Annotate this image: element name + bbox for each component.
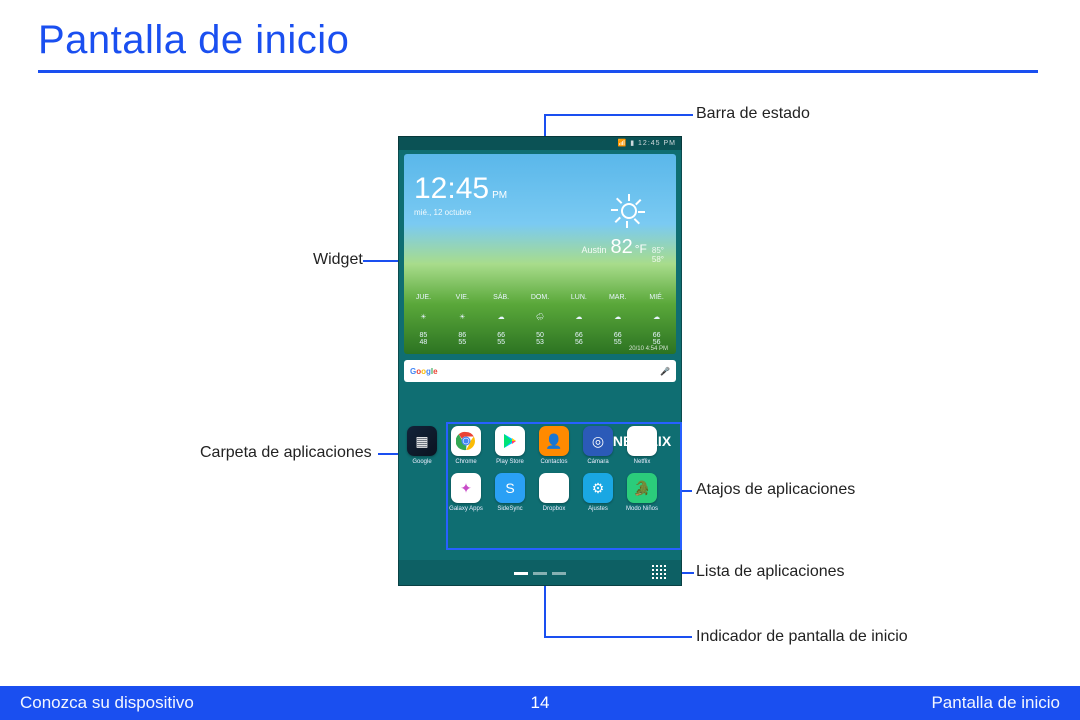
clock-date: mié., 12 octubre xyxy=(414,208,507,217)
chrome-icon xyxy=(451,426,481,456)
app-dropbox[interactable]: ⬢ Dropbox xyxy=(536,473,572,512)
app-play-store[interactable]: Play Store xyxy=(492,426,528,465)
leader-line xyxy=(544,582,546,638)
app-contacts[interactable]: 👤 Contactos xyxy=(536,426,572,465)
kids-mode-icon: 🐊 xyxy=(627,473,657,503)
google-search-bar[interactable]: Google 🎤 xyxy=(404,360,676,382)
app-sidesync[interactable]: S SideSync xyxy=(492,473,528,512)
temperature: Austin 82°F 85°58° xyxy=(581,236,664,264)
app-folder-google[interactable]: ▦ Google xyxy=(404,426,440,465)
sun-icon xyxy=(612,194,646,228)
callout-app-shortcuts: Atajos de aplicaciones xyxy=(696,481,855,499)
app-kids-mode[interactable]: 🐊 Modo Niños xyxy=(624,473,660,512)
app-grid: ▦ Google Chrome Play Store 👤 Contactos ◎ Cá… xyxy=(404,426,676,520)
apps-list-button[interactable] xyxy=(652,565,668,581)
tablet-screenshot: 📶 ▮ 12:45 PM 12:45PM mié., 12 octubre Au… xyxy=(398,136,682,586)
app-row-2: ✦ Galaxy Apps S SideSync ⬢ Dropbox ⚙ Ajustes… xyxy=(448,473,676,512)
page-title: Pantalla de inicio xyxy=(38,18,349,63)
settings-icon: ⚙ xyxy=(583,473,613,503)
app-label: Contactos xyxy=(536,459,572,465)
mic-icon[interactable]: 🎤 xyxy=(660,367,670,376)
app-label: SideSync xyxy=(492,506,528,512)
netflix-icon: NETFLIX xyxy=(627,426,657,456)
app-label: Play Store xyxy=(492,459,528,465)
footer-right: Pantalla de inicio xyxy=(931,693,1060,713)
sidesync-icon: S xyxy=(495,473,525,503)
leader-line xyxy=(363,260,401,262)
camera-icon: ◎ xyxy=(583,426,613,456)
folder-icon: ▦ xyxy=(407,426,437,456)
callout-app-list: Lista de aplicaciones xyxy=(696,563,845,581)
clock-period: PM xyxy=(492,190,507,201)
callout-status-bar: Barra de estado xyxy=(696,105,810,123)
callout-widget: Widget xyxy=(313,251,363,269)
leader-line xyxy=(544,636,692,638)
app-chrome[interactable]: Chrome xyxy=(448,426,484,465)
app-label: Dropbox xyxy=(536,506,572,512)
play-store-icon xyxy=(495,426,525,456)
widget-updated: 20/10 4:54 PM xyxy=(629,346,668,352)
status-icons: 📶 ▮ 12:45 PM xyxy=(618,139,676,147)
app-settings[interactable]: ⚙ Ajustes xyxy=(580,473,616,512)
google-logo: Google xyxy=(410,367,438,376)
page-dot[interactable] xyxy=(552,572,566,575)
app-row-1: ▦ Google Chrome Play Store 👤 Contactos ◎ Cá… xyxy=(404,426,676,465)
app-label: Ajustes xyxy=(580,506,616,512)
app-label: Modo Niños xyxy=(624,506,660,512)
title-rule xyxy=(38,70,1038,73)
nav-bar xyxy=(398,560,682,586)
page-dot[interactable] xyxy=(533,572,547,575)
leader-line xyxy=(545,114,693,116)
contacts-icon: 👤 xyxy=(539,426,569,456)
clock-time: 12:45 xyxy=(414,172,489,205)
galaxy-apps-icon: ✦ xyxy=(451,473,481,503)
clock: 12:45PM mié., 12 octubre xyxy=(414,172,507,217)
app-label: Netflix xyxy=(624,459,660,465)
app-label: Google xyxy=(404,459,440,465)
weather-clock-widget[interactable]: 12:45PM mié., 12 octubre Austin 82°F 85°… xyxy=(404,154,676,354)
callout-app-folder: Carpeta de aplicaciones xyxy=(200,444,372,462)
callout-home-indicator: Indicador de pantalla de inicio xyxy=(696,628,908,646)
page-dot[interactable] xyxy=(514,572,528,575)
app-galaxy-apps[interactable]: ✦ Galaxy Apps xyxy=(448,473,484,512)
app-label: Galaxy Apps xyxy=(448,506,484,512)
footer-page-number: 14 xyxy=(0,693,1080,713)
forecast-row: JUE.☀8548 VIE.☀8655 SÁB.☁6655 DOM.🌧5053 … xyxy=(404,290,676,350)
status-bar: 📶 ▮ 12:45 PM xyxy=(398,136,682,150)
home-page-indicator[interactable] xyxy=(514,572,566,575)
app-camera[interactable]: ◎ Cámara xyxy=(580,426,616,465)
page-footer: Conozca su dispositivo 14 Pantalla de in… xyxy=(0,686,1080,720)
app-label: Chrome xyxy=(448,459,484,465)
app-netflix[interactable]: NETFLIX Netflix xyxy=(624,426,660,465)
dropbox-icon: ⬢ xyxy=(539,473,569,503)
app-label: Cámara xyxy=(580,459,616,465)
